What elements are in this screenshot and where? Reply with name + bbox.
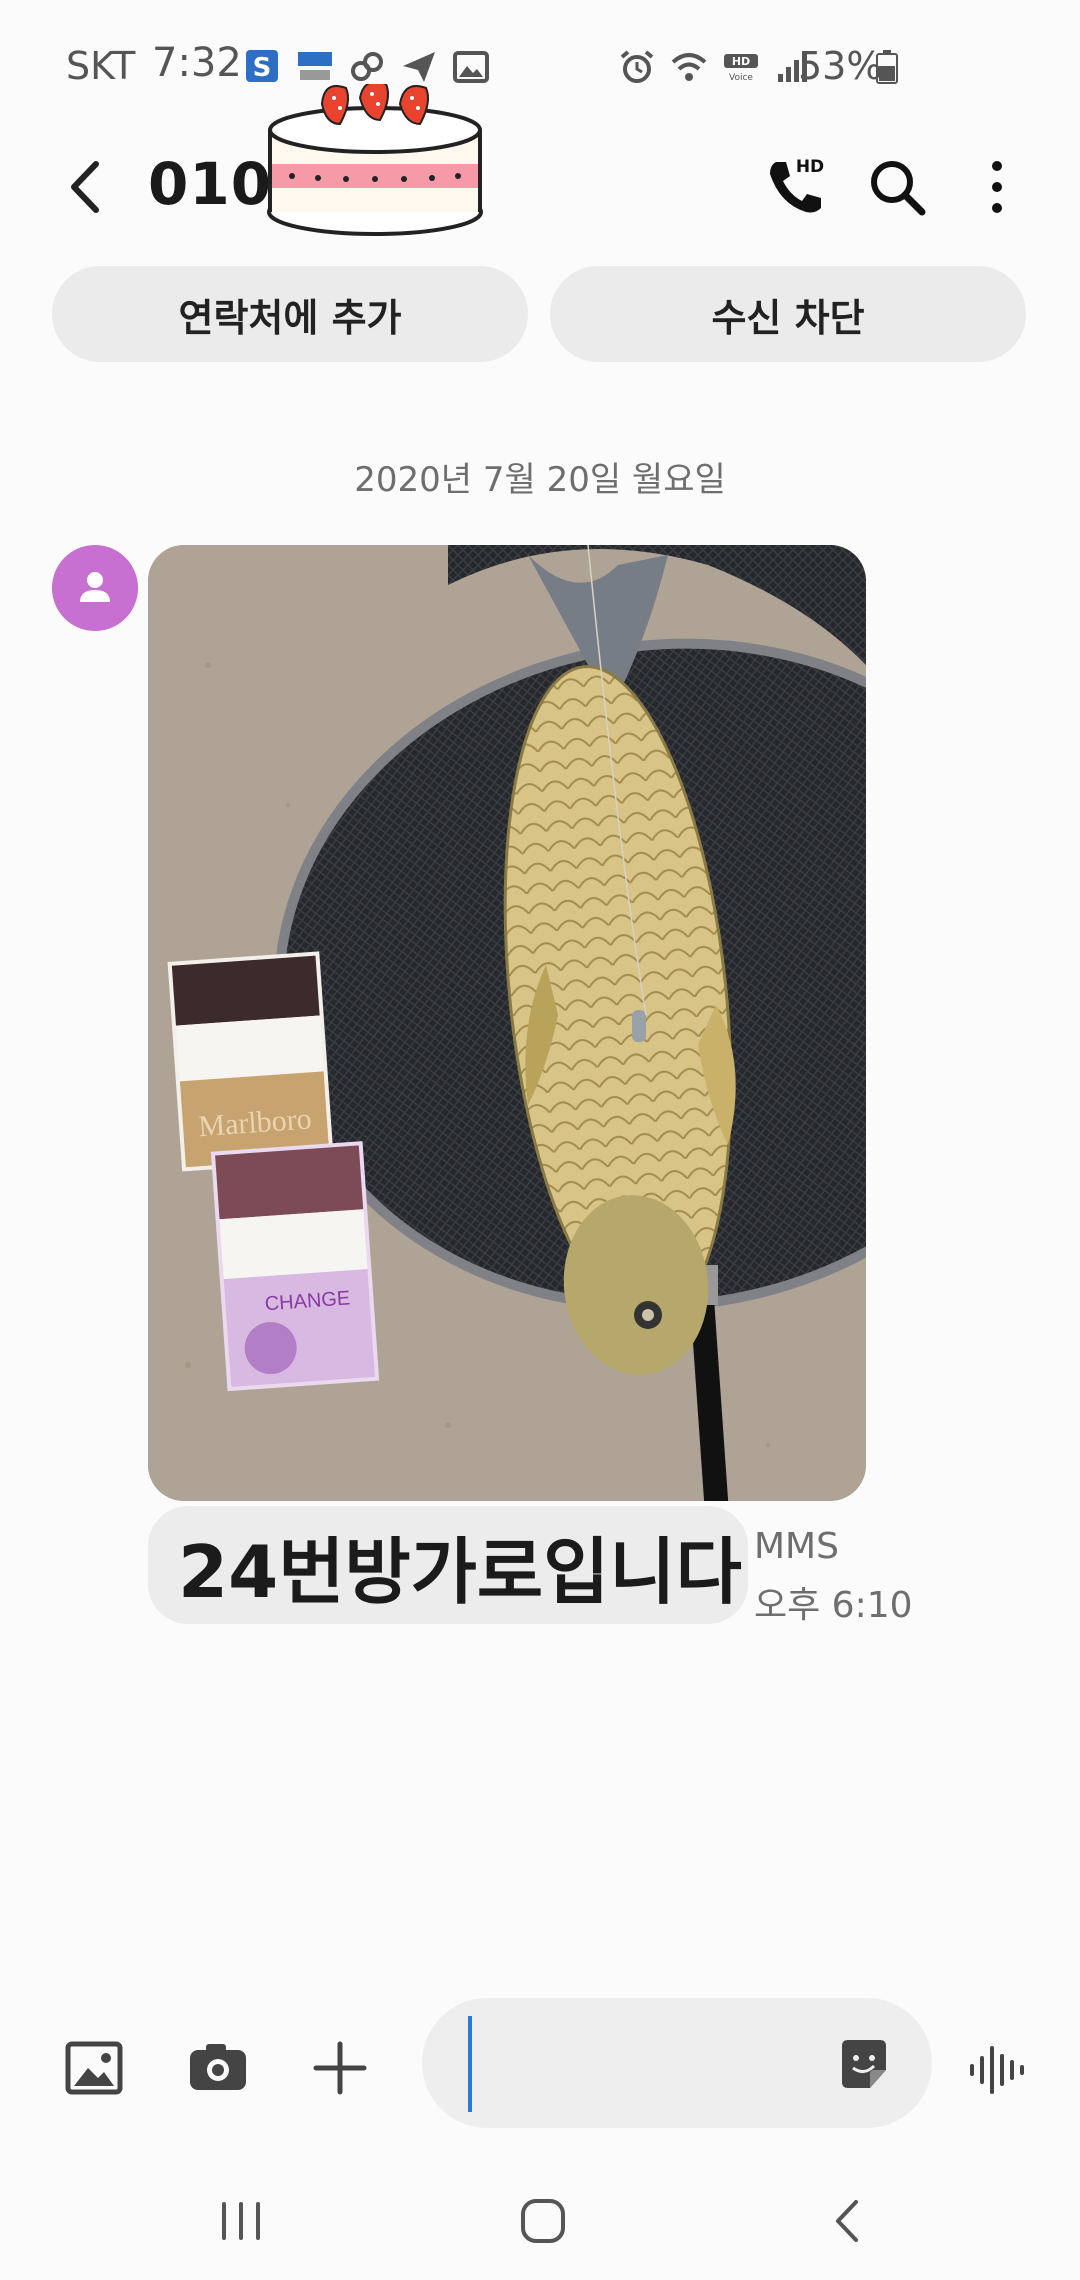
message-timestamp: 오후 6:10 [754,1585,913,1626]
back-button[interactable] [56,152,116,222]
svg-text:HD: HD [796,157,824,177]
clock: 7:32 [152,40,242,86]
carrier-label: SKT [66,44,136,88]
notification-icons: S [244,48,490,86]
message-input[interactable] [472,2018,832,2108]
recent-apps-icon[interactable] [206,2186,276,2256]
contact-avatar[interactable] [52,545,138,631]
camera-icon[interactable] [186,2036,250,2100]
block-number-button[interactable]: 수신 차단 [550,266,1026,362]
svg-text:HD: HD [732,55,750,68]
home-icon[interactable] [508,2186,578,2256]
battery-level: 53% [798,44,883,88]
fish-photo: Marlboro CHANGE [148,545,866,1501]
image-icon [453,51,489,83]
s-app-icon: S [246,50,278,83]
date-divider: 2020년 7월 20일 월요일 [354,460,726,500]
hd-call-icon[interactable]: HD [760,152,830,222]
alarm-icon [620,50,654,83]
message-bubble[interactable]: 24번방가로입니다 [148,1506,748,1624]
search-icon[interactable] [862,152,932,222]
message-input-container[interactable] [422,1998,932,2128]
message-type-label: MMS [754,1526,839,1567]
send-icon [403,52,435,82]
svg-text:Voice: Voice [729,73,753,83]
nav-back-icon[interactable] [812,2186,882,2256]
more-vertical-icon[interactable] [962,152,1032,222]
status-bar: SKT 7:32 S HD Voice 53% [0,0,1080,140]
svg-text:S: S [253,53,272,83]
text-cursor [468,2016,472,2112]
add-attachment-icon[interactable] [308,2036,372,2100]
cake-sticker-icon [267,84,483,236]
wifi-icon [671,53,707,81]
system-icons: HD Voice [618,48,812,86]
hd-voice-icon: HD Voice [724,54,758,83]
link-icon [351,52,383,81]
sticker-icon[interactable] [836,2036,892,2092]
tv-app-icon [298,52,332,80]
battery-icon [876,50,898,84]
photo-attachment[interactable]: Marlboro CHANGE [148,545,866,1501]
voice-input-icon[interactable] [966,2038,1030,2102]
gallery-icon[interactable] [62,2036,126,2100]
add-contact-button[interactable]: 연락처에 추가 [52,266,528,362]
